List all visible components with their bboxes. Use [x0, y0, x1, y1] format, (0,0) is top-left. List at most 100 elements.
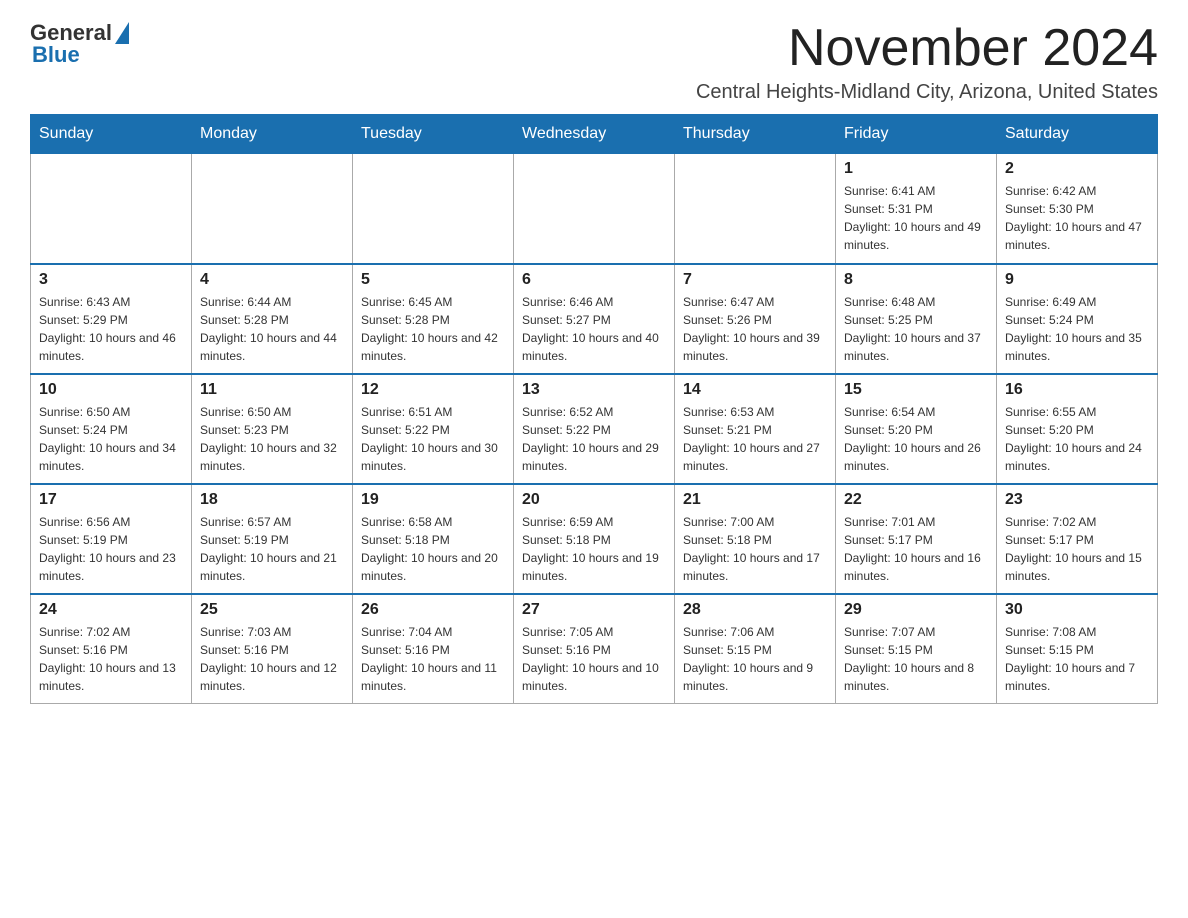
day-number: 13 [522, 381, 666, 399]
table-row [192, 154, 353, 264]
table-row: 21 Sunrise: 7:00 AMSunset: 5:18 PMDayligh… [675, 484, 836, 594]
day-info: Sunrise: 6:45 AMSunset: 5:28 PMDaylight:… [361, 293, 505, 365]
logo: General Blue [30, 20, 129, 68]
table-row: 25 Sunrise: 7:03 AMSunset: 5:16 PMDayligh… [192, 594, 353, 704]
table-row [353, 154, 514, 264]
day-number: 11 [200, 381, 344, 399]
day-number: 1 [844, 160, 988, 178]
table-row: 15Sunrise: 6:54 AMSunset: 5:20 PMDayligh… [836, 374, 997, 484]
day-info: Sunrise: 6:50 AMSunset: 5:24 PMDaylight:… [39, 403, 183, 475]
day-number: 7 [683, 271, 827, 289]
day-info: Sunrise: 6:52 AMSunset: 5:22 PMDaylight:… [522, 403, 666, 475]
table-row: 6 Sunrise: 6:46 AMSunset: 5:27 PMDaylight… [514, 264, 675, 374]
day-info: Sunrise: 6:41 AMSunset: 5:31 PMDaylight:… [844, 182, 988, 254]
table-row: 4Sunrise: 6:44 AMSunset: 5:28 PMDaylight… [192, 264, 353, 374]
day-number: 2 [1005, 160, 1149, 178]
day-info: Sunrise: 6:46 AMSunset: 5:27 PMDaylight:… [522, 293, 666, 365]
day-info: Sunrise: 7:02 AMSunset: 5:17 PMDaylight:… [1005, 513, 1149, 585]
table-row: 2Sunrise: 6:42 AMSunset: 5:30 PMDaylight… [997, 154, 1158, 264]
day-number: 23 [1005, 491, 1149, 509]
day-number: 28 [683, 601, 827, 619]
table-row: 17 Sunrise: 6:56 AMSunset: 5:19 PMDayligh… [31, 484, 192, 594]
month-title: November 2024 [696, 20, 1158, 77]
table-row: 9 Sunrise: 6:49 AMSunset: 5:24 PMDaylight… [997, 264, 1158, 374]
table-row [31, 154, 192, 264]
col-sunday: Sunday [31, 115, 192, 154]
logo-blue-text: Blue [30, 42, 80, 68]
day-info: Sunrise: 6:47 AMSunset: 5:26 PMDaylight:… [683, 293, 827, 365]
day-info: Sunrise: 6:56 AMSunset: 5:19 PMDaylight:… [39, 513, 183, 585]
day-number: 30 [1005, 601, 1149, 619]
day-info: Sunrise: 6:59 AMSunset: 5:18 PMDaylight:… [522, 513, 666, 585]
table-row: 19Sunrise: 6:58 AMSunset: 5:18 PMDayligh… [353, 484, 514, 594]
day-info: Sunrise: 6:51 AMSunset: 5:22 PMDaylight:… [361, 403, 505, 475]
day-number: 20 [522, 491, 666, 509]
calendar-week-row: 10Sunrise: 6:50 AMSunset: 5:24 PMDayligh… [31, 374, 1158, 484]
calendar-table: Sunday Monday Tuesday Wednesday Thursday… [30, 114, 1158, 704]
day-number: 18 [200, 491, 344, 509]
logo-triangle-icon [115, 22, 129, 44]
table-row: 29Sunrise: 7:07 AMSunset: 5:15 PMDayligh… [836, 594, 997, 704]
col-monday: Monday [192, 115, 353, 154]
table-row: 28 Sunrise: 7:06 AMSunset: 5:15 PMDayligh… [675, 594, 836, 704]
day-info: Sunrise: 7:06 AMSunset: 5:15 PMDaylight:… [683, 623, 827, 695]
col-saturday: Saturday [997, 115, 1158, 154]
table-row: 30 Sunrise: 7:08 AMSunset: 5:15 PMDayligh… [997, 594, 1158, 704]
day-info: Sunrise: 7:01 AMSunset: 5:17 PMDaylight:… [844, 513, 988, 585]
table-row: 10Sunrise: 6:50 AMSunset: 5:24 PMDayligh… [31, 374, 192, 484]
day-info: Sunrise: 6:57 AMSunset: 5:19 PMDaylight:… [200, 513, 344, 585]
day-number: 17 [39, 491, 183, 509]
calendar-week-row: 3 Sunrise: 6:43 AMSunset: 5:29 PMDaylight… [31, 264, 1158, 374]
table-row [514, 154, 675, 264]
location-subtitle: Central Heights-Midland City, Arizona, U… [696, 81, 1158, 104]
day-number: 27 [522, 601, 666, 619]
day-info: Sunrise: 7:04 AMSunset: 5:16 PMDaylight:… [361, 623, 505, 695]
day-info: Sunrise: 7:02 AMSunset: 5:16 PMDaylight:… [39, 623, 183, 695]
day-info: Sunrise: 7:03 AMSunset: 5:16 PMDaylight:… [200, 623, 344, 695]
table-row: 24 Sunrise: 7:02 AMSunset: 5:16 PMDayligh… [31, 594, 192, 704]
day-info: Sunrise: 6:53 AMSunset: 5:21 PMDaylight:… [683, 403, 827, 475]
day-number: 21 [683, 491, 827, 509]
table-row: 12 Sunrise: 6:51 AMSunset: 5:22 PMDayligh… [353, 374, 514, 484]
day-number: 3 [39, 271, 183, 289]
table-row: 23 Sunrise: 7:02 AMSunset: 5:17 PMDayligh… [997, 484, 1158, 594]
col-wednesday: Wednesday [514, 115, 675, 154]
calendar-week-row: 24 Sunrise: 7:02 AMSunset: 5:16 PMDayligh… [31, 594, 1158, 704]
day-info: Sunrise: 7:05 AMSunset: 5:16 PMDaylight:… [522, 623, 666, 695]
table-row [675, 154, 836, 264]
calendar-header-row: Sunday Monday Tuesday Wednesday Thursday… [31, 115, 1158, 154]
day-number: 25 [200, 601, 344, 619]
calendar-week-row: 17 Sunrise: 6:56 AMSunset: 5:19 PMDayligh… [31, 484, 1158, 594]
day-info: Sunrise: 7:07 AMSunset: 5:15 PMDaylight:… [844, 623, 988, 695]
page-header: General Blue November 2024 Central Heigh… [30, 20, 1158, 104]
day-info: Sunrise: 6:44 AMSunset: 5:28 PMDaylight:… [200, 293, 344, 365]
table-row: 22Sunrise: 7:01 AMSunset: 5:17 PMDayligh… [836, 484, 997, 594]
col-tuesday: Tuesday [353, 115, 514, 154]
day-number: 12 [361, 381, 505, 399]
day-number: 5 [361, 271, 505, 289]
table-row: 13 Sunrise: 6:52 AMSunset: 5:22 PMDayligh… [514, 374, 675, 484]
table-row: 1 Sunrise: 6:41 AMSunset: 5:31 PMDaylight… [836, 154, 997, 264]
col-thursday: Thursday [675, 115, 836, 154]
day-number: 9 [1005, 271, 1149, 289]
day-info: Sunrise: 7:08 AMSunset: 5:15 PMDaylight:… [1005, 623, 1149, 695]
day-info: Sunrise: 6:58 AMSunset: 5:18 PMDaylight:… [361, 513, 505, 585]
day-number: 8 [844, 271, 988, 289]
day-number: 26 [361, 601, 505, 619]
table-row: 26 Sunrise: 7:04 AMSunset: 5:16 PMDayligh… [353, 594, 514, 704]
day-number: 24 [39, 601, 183, 619]
table-row: 3 Sunrise: 6:43 AMSunset: 5:29 PMDaylight… [31, 264, 192, 374]
table-row: 16Sunrise: 6:55 AMSunset: 5:20 PMDayligh… [997, 374, 1158, 484]
day-info: Sunrise: 6:43 AMSunset: 5:29 PMDaylight:… [39, 293, 183, 365]
day-info: Sunrise: 7:00 AMSunset: 5:18 PMDaylight:… [683, 513, 827, 585]
day-info: Sunrise: 6:49 AMSunset: 5:24 PMDaylight:… [1005, 293, 1149, 365]
title-section: November 2024 Central Heights-Midland Ci… [696, 20, 1158, 104]
table-row: 8Sunrise: 6:48 AMSunset: 5:25 PMDaylight… [836, 264, 997, 374]
table-row: 11 Sunrise: 6:50 AMSunset: 5:23 PMDayligh… [192, 374, 353, 484]
day-info: Sunrise: 6:50 AMSunset: 5:23 PMDaylight:… [200, 403, 344, 475]
day-number: 15 [844, 381, 988, 399]
table-row: 5 Sunrise: 6:45 AMSunset: 5:28 PMDaylight… [353, 264, 514, 374]
table-row: 27 Sunrise: 7:05 AMSunset: 5:16 PMDayligh… [514, 594, 675, 704]
day-number: 6 [522, 271, 666, 289]
table-row: 18 Sunrise: 6:57 AMSunset: 5:19 PMDayligh… [192, 484, 353, 594]
